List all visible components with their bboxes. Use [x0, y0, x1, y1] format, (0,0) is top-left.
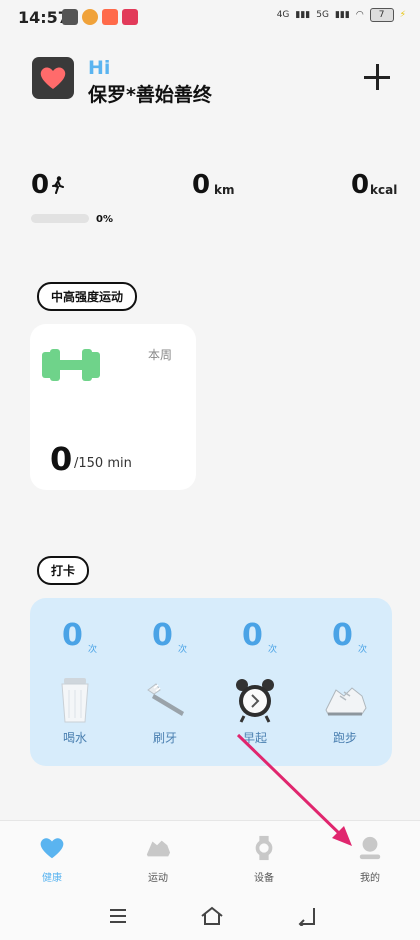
home-icon[interactable] — [200, 906, 224, 926]
checkin-label: 喝水 — [62, 731, 87, 745]
checkin-count: 0 — [62, 618, 83, 653]
network-5g-label: 5G — [316, 10, 329, 20]
wifi-icon: ◠ — [355, 10, 364, 20]
menu-icon[interactable] — [108, 908, 128, 924]
checkin-count: 0 — [332, 618, 353, 653]
checkin-item-brush[interactable]: 0 次 刷牙 — [120, 598, 210, 766]
exercise-goal: /150 min — [74, 456, 132, 471]
section-exercise-label: 中高强度运动 — [37, 282, 138, 311]
battery-icon: 7 — [369, 8, 394, 22]
checkin-unit: 次 — [88, 645, 98, 655]
exercise-value: 0 — [50, 440, 73, 478]
heart-icon — [40, 838, 64, 859]
checkin-item-water[interactable]: 0 次 喝水 — [30, 598, 120, 766]
checkin-item-run[interactable]: 0 次 跑步 — [300, 598, 390, 766]
nav-health[interactable]: 健康 — [12, 835, 92, 891]
checkin-count: 0 — [152, 618, 173, 653]
back-icon[interactable] — [296, 906, 318, 926]
checkin-unit: 次 — [268, 645, 278, 655]
progress-percent: 0% — [96, 214, 113, 225]
weibo-icon — [82, 9, 98, 25]
toothbrush-icon — [142, 676, 188, 726]
signal-icon: ▮▮▮ — [295, 10, 311, 20]
checkin-unit: 次 — [358, 645, 368, 655]
nav-label: 设备 — [254, 873, 274, 884]
section-checkin-label: 打卡 — [37, 556, 90, 585]
nav-profile[interactable]: 我的 — [330, 835, 410, 891]
walking-icon — [50, 176, 66, 198]
checkin-label: 早起 — [242, 731, 267, 745]
network-4g-label: 4G — [276, 10, 290, 20]
checkin-label: 跑步 — [332, 731, 357, 745]
app-logo — [32, 57, 74, 99]
signal-icon-2: ▮▮▮ — [334, 10, 350, 20]
person-icon — [359, 836, 381, 860]
add-button[interactable] — [364, 64, 390, 90]
distance-value: 0 — [192, 170, 211, 200]
username: 保罗*善始善终 — [88, 84, 212, 106]
app-notification-icon — [102, 9, 118, 25]
running-shoe-icon — [322, 676, 368, 726]
calories-value: 0 — [351, 170, 370, 200]
alarm-clock-icon — [232, 676, 278, 726]
shoe-icon — [146, 840, 171, 857]
water-cup-icon — [52, 676, 98, 726]
nav-label: 运动 — [148, 873, 168, 884]
status-bar: 14:57 4G ▮▮▮ 5G ▮▮▮ ◠ 7 ⚡ — [0, 0, 420, 34]
notification-icon — [62, 9, 78, 25]
steps-value: 0 — [31, 170, 50, 200]
bottom-nav: 健康 运动 设备 我的 — [0, 820, 420, 893]
heart-logo-icon — [40, 67, 66, 89]
distance-unit: km — [214, 183, 235, 197]
checkin-item-wakeup[interactable]: 0 次 早起 — [210, 598, 300, 766]
app-notification-icon-2 — [122, 9, 138, 25]
status-indicators: 4G ▮▮▮ 5G ▮▮▮ ◠ 7 ⚡ — [277, 8, 406, 22]
charging-icon: ⚡ — [399, 10, 406, 20]
dumbbell-icon — [42, 348, 100, 382]
system-nav-bar — [0, 892, 420, 940]
nav-sport[interactable]: 运动 — [118, 835, 198, 891]
progress-bar — [31, 214, 89, 223]
checkin-label: 刷牙 — [152, 731, 177, 745]
watch-icon — [255, 835, 273, 861]
checkin-unit: 次 — [178, 645, 188, 655]
checkin-count: 0 — [242, 618, 263, 653]
period-label: 本周 — [148, 348, 173, 362]
nav-label: 健康 — [42, 873, 62, 884]
checkin-card: 0 次 喝水 0 次 刷牙 0 次 早起 0 次 跑步 — [30, 598, 392, 766]
nav-device[interactable]: 设备 — [224, 835, 304, 891]
nav-label: 我的 — [360, 873, 380, 884]
greeting: Hi — [88, 57, 111, 79]
calories-unit: kcal — [370, 183, 398, 197]
